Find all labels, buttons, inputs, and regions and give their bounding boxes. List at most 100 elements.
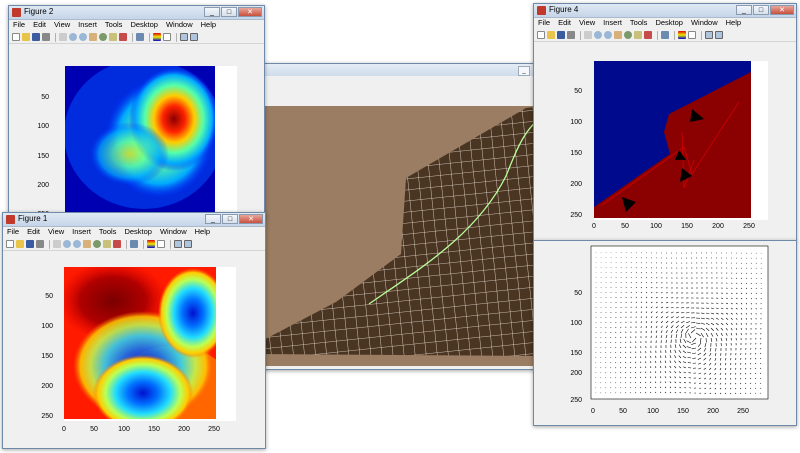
menu-help[interactable]: Help — [722, 18, 745, 28]
y-tick: 250 — [570, 212, 582, 219]
brush-icon[interactable] — [119, 33, 127, 41]
show-tools-icon[interactable] — [184, 240, 192, 248]
save-icon[interactable] — [557, 31, 565, 39]
minimize-button[interactable]: _ — [736, 5, 752, 15]
new-figure-icon[interactable] — [537, 31, 545, 39]
rotate-icon[interactable] — [624, 31, 632, 39]
data-cursor-icon[interactable] — [109, 33, 117, 41]
menu-tools[interactable]: Tools — [626, 18, 652, 28]
menu-tools[interactable]: Tools — [95, 227, 121, 237]
close-button[interactable]: ✕ — [770, 5, 794, 15]
menu-view[interactable]: View — [50, 20, 74, 30]
figure-1-x-axis: 0 50 100 150 200 250 — [62, 426, 220, 433]
show-tools-icon[interactable] — [715, 31, 723, 39]
minimize-button[interactable]: _ — [204, 7, 220, 17]
save-icon[interactable] — [32, 33, 40, 41]
pan-icon[interactable] — [89, 33, 97, 41]
figure-2-toolbar — [9, 31, 264, 44]
figure-1-menubar: File Edit View Insert Tools Desktop Wind… — [3, 227, 265, 237]
quiver-x-axis: 0 50 100 150 200 250 — [591, 408, 749, 415]
y-tick: 150 — [41, 353, 53, 360]
brush-icon[interactable] — [644, 31, 652, 39]
hide-tools-icon[interactable] — [180, 33, 188, 41]
colorbar-icon[interactable] — [147, 240, 155, 248]
menu-file[interactable]: File — [534, 18, 554, 28]
open-icon[interactable] — [547, 31, 555, 39]
quiver-arrow — [610, 352, 612, 354]
x-tick: 250 — [208, 426, 220, 433]
rotate-icon[interactable] — [93, 240, 101, 248]
pan-icon[interactable] — [614, 31, 622, 39]
zoom-in-icon[interactable] — [69, 33, 77, 41]
link-icon[interactable] — [136, 33, 144, 41]
close-button[interactable]: ✕ — [238, 7, 262, 17]
rotate-icon[interactable] — [99, 33, 107, 41]
y-tick: 50 — [41, 94, 49, 101]
legend-icon[interactable] — [157, 240, 165, 248]
minimize-button[interactable]: _ — [205, 214, 221, 224]
zoom-out-icon[interactable] — [79, 33, 87, 41]
terrain-minimize-button[interactable]: _ — [518, 66, 530, 76]
open-icon[interactable] — [16, 240, 24, 248]
menu-edit[interactable]: Edit — [23, 227, 44, 237]
link-icon[interactable] — [130, 240, 138, 248]
link-icon[interactable] — [661, 31, 669, 39]
menu-file[interactable]: File — [3, 227, 23, 237]
menu-view[interactable]: View — [44, 227, 68, 237]
new-figure-icon[interactable] — [12, 33, 20, 41]
pointer-icon[interactable] — [53, 240, 61, 248]
maximize-button[interactable]: □ — [753, 5, 769, 15]
menu-insert[interactable]: Insert — [599, 18, 626, 28]
menu-desktop[interactable]: Desktop — [126, 20, 162, 30]
legend-icon[interactable] — [163, 33, 171, 41]
data-cursor-icon[interactable] — [103, 240, 111, 248]
brush-icon[interactable] — [113, 240, 121, 248]
colorbar-icon[interactable] — [153, 33, 161, 41]
hide-tools-icon[interactable] — [705, 31, 713, 39]
menu-insert[interactable]: Insert — [74, 20, 101, 30]
colorbar-icon[interactable] — [678, 31, 686, 39]
new-figure-icon[interactable] — [6, 240, 14, 248]
data-cursor-icon[interactable] — [634, 31, 642, 39]
open-icon[interactable] — [22, 33, 30, 41]
menu-file[interactable]: File — [9, 20, 29, 30]
maximize-button[interactable]: □ — [222, 214, 238, 224]
print-icon[interactable] — [42, 33, 50, 41]
menu-window[interactable]: Window — [687, 18, 722, 28]
save-icon[interactable] — [26, 240, 34, 248]
figure-4-y-axis: 50 100 150 200 250 — [570, 88, 582, 219]
zoom-out-icon[interactable] — [604, 31, 612, 39]
print-icon[interactable] — [567, 31, 575, 39]
menu-help[interactable]: Help — [197, 20, 220, 30]
y-tick: 250 — [41, 413, 53, 420]
legend-icon[interactable] — [688, 31, 696, 39]
print-icon[interactable] — [36, 240, 44, 248]
menu-edit[interactable]: Edit — [29, 20, 50, 30]
hide-tools-icon[interactable] — [174, 240, 182, 248]
figure-4-image — [594, 61, 751, 218]
menu-insert[interactable]: Insert — [68, 227, 95, 237]
x-tick: 0 — [591, 408, 595, 415]
menu-window[interactable]: Window — [156, 227, 191, 237]
maximize-button[interactable]: □ — [221, 7, 237, 17]
zoom-in-icon[interactable] — [63, 240, 71, 248]
zoom-out-icon[interactable] — [73, 240, 81, 248]
show-tools-icon[interactable] — [190, 33, 198, 41]
close-button[interactable]: ✕ — [239, 214, 263, 224]
menu-desktop[interactable]: Desktop — [120, 227, 156, 237]
menu-help[interactable]: Help — [191, 227, 214, 237]
zoom-in-icon[interactable] — [594, 31, 602, 39]
pointer-icon[interactable] — [59, 33, 67, 41]
y-tick: 150 — [37, 153, 49, 160]
menu-view[interactable]: View — [575, 18, 599, 28]
figure-2-image — [65, 66, 215, 216]
figure-4-plot-area: 50 100 150 200 250 0 50 100 150 200 250 — [534, 42, 796, 240]
menu-tools[interactable]: Tools — [101, 20, 127, 30]
menu-desktop[interactable]: Desktop — [651, 18, 687, 28]
pointer-icon[interactable] — [584, 31, 592, 39]
x-tick: 150 — [677, 408, 689, 415]
menu-window[interactable]: Window — [162, 20, 197, 30]
x-tick: 50 — [619, 408, 627, 415]
menu-edit[interactable]: Edit — [554, 18, 575, 28]
pan-icon[interactable] — [83, 240, 91, 248]
